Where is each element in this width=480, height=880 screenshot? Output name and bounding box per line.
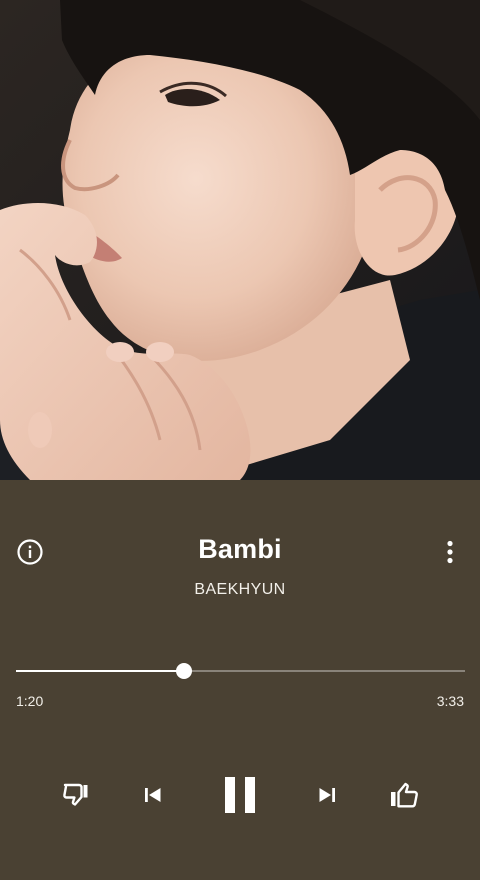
thumb-up-icon	[391, 782, 418, 808]
track-info-row: Bambi	[0, 530, 480, 574]
info-icon	[17, 539, 43, 565]
current-time: 1:20	[16, 693, 44, 709]
next-button[interactable]	[310, 770, 344, 820]
pause-button[interactable]	[216, 770, 264, 820]
like-button[interactable]	[384, 770, 424, 820]
progress-thumb[interactable]	[176, 663, 193, 679]
dislike-button[interactable]	[56, 770, 96, 820]
info-button[interactable]	[14, 536, 46, 568]
artist-name[interactable]: BAEKHYUN	[60, 581, 420, 599]
album-art	[0, 0, 480, 480]
song-title: Bambi	[198, 534, 282, 564]
now-playing-screen: Bambi BAEKHYUN 1:20 3:33	[0, 0, 480, 880]
skip-previous-icon	[145, 788, 161, 802]
more-vertical-icon	[447, 540, 453, 564]
thumb-down-icon	[63, 783, 88, 806]
previous-button[interactable]	[136, 770, 170, 820]
pause-icon	[225, 777, 255, 813]
more-options-button[interactable]	[434, 536, 466, 568]
progress-slider[interactable]	[16, 661, 465, 681]
progress-fill	[16, 670, 185, 672]
total-time: 3:33	[436, 693, 464, 709]
playback-controls	[0, 770, 480, 820]
skip-next-icon	[319, 788, 335, 802]
